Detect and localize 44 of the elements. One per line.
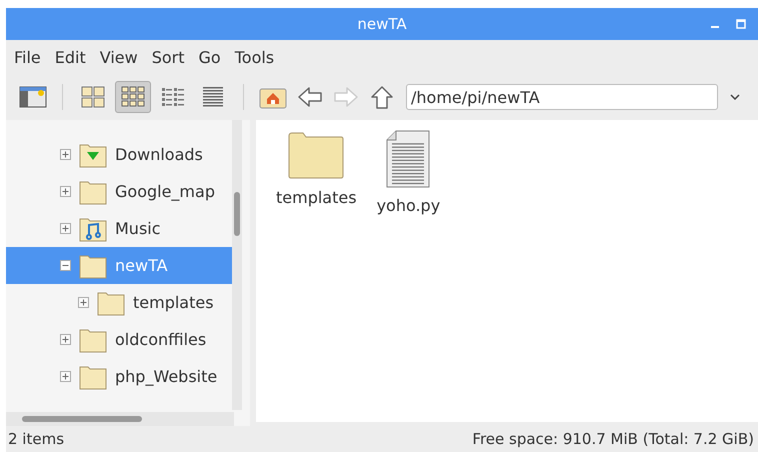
menu-item[interactable]: View [100,48,138,66]
window-title: newTA [357,15,407,33]
menu-item[interactable]: Go [198,48,221,66]
path-field[interactable]: /home/pi/newTA [406,84,718,110]
expand-icon[interactable] [60,334,71,345]
tree-item[interactable]: templates [6,284,234,321]
expand-icon[interactable] [78,297,89,308]
tree-item[interactable]: Google_map [6,173,234,210]
menu-item[interactable]: File [14,48,41,66]
tree-item[interactable]: php_Website [6,358,234,395]
folder-icon [97,290,125,316]
thumbnails-view-button[interactable] [115,81,151,113]
menu-item[interactable]: Sort [152,48,185,66]
list-icon [201,86,225,108]
download-folder-icon [79,142,107,168]
folder-icon [79,364,107,390]
folder-icon [79,252,107,278]
tree-item[interactable]: Downloads [6,136,234,173]
folder-icon [79,178,107,204]
expand-icon[interactable] [60,223,71,234]
grid-entry[interactable]: yoho.py [376,130,440,215]
expand-icon[interactable] [60,186,71,197]
text-file-icon [386,130,430,188]
folder-icon [287,130,346,180]
menu-item[interactable]: Tools [234,48,274,66]
folder-icon [79,326,107,352]
menu-item[interactable]: Edit [54,48,86,66]
horizontal-scrollbar[interactable] [6,412,234,426]
up-arrow-icon[interactable] [369,85,395,109]
collapse-icon[interactable] [60,260,71,271]
expand-icon[interactable] [60,371,71,382]
vertical-scrollbar[interactable] [232,120,242,410]
expand-icon[interactable] [60,149,71,160]
compact-list-icon [161,86,185,108]
tree-item[interactable]: oldconffiles [6,321,234,358]
caret-icon[interactable] [730,94,740,100]
back-arrow-icon[interactable] [297,85,323,109]
tree-item[interactable]: Music [6,210,234,247]
new-window-icon[interactable] [19,85,47,109]
grid-entry[interactable]: templates [276,130,357,207]
free-space: Free space: 910.7 MiB (Total: 7.2 GiB) [472,430,754,448]
item-count: 2 items [8,430,64,448]
maximize-icon[interactable] [736,19,746,29]
music-folder-icon [79,216,107,242]
